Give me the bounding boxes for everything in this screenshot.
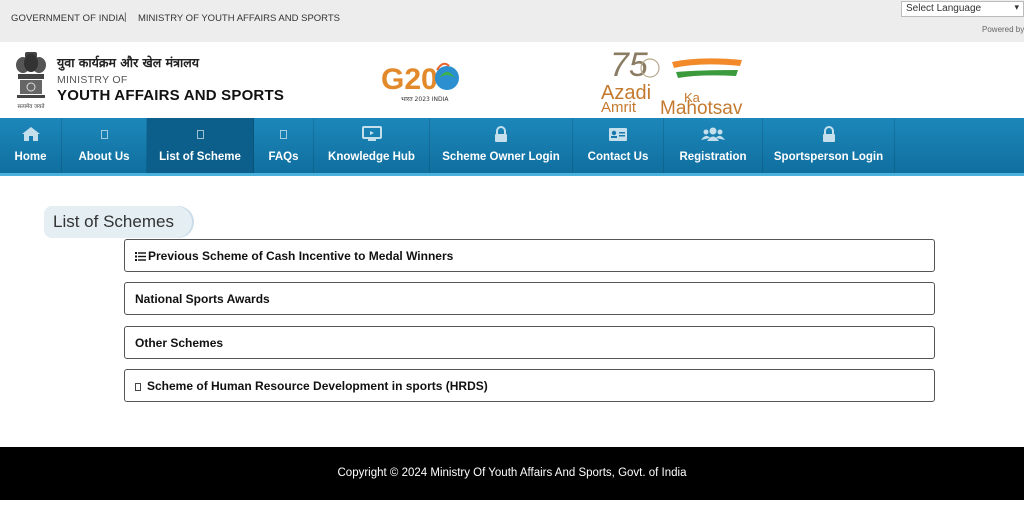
scheme-item-other-schemes[interactable]: Other Schemes	[124, 326, 935, 359]
mahotsav-text: Mahotsav	[660, 98, 743, 116]
ministry-of-label: MINISTRY OF	[57, 74, 128, 86]
scheme-item-national-sports-awards[interactable]: National Sports Awards	[124, 282, 935, 315]
nav-label: Home	[14, 151, 47, 163]
main-navigation: Home About Us List of Scheme FAQs Knowle…	[0, 118, 1024, 176]
id-card-icon	[573, 125, 663, 143]
square-icon	[254, 125, 313, 143]
azadi-75-text: 75	[610, 46, 648, 84]
users-icon	[664, 125, 762, 143]
nav-item-scheme-owner-login[interactable]: Scheme Owner Login	[430, 118, 573, 173]
nav-label: About Us	[78, 151, 130, 163]
nav-item-list-of-scheme[interactable]: List of Scheme	[147, 118, 254, 173]
nav-item-contact-us[interactable]: Contact Us	[573, 118, 664, 173]
list-icon	[135, 252, 146, 261]
language-select[interactable]: Select Language ▾	[901, 1, 1024, 17]
nav-item-about-us[interactable]: About Us	[62, 118, 147, 173]
nav-item-knowledge-hub[interactable]: Knowledge Hub	[314, 118, 430, 173]
scheme-item-hrds[interactable]: Scheme of Human Resource Development in …	[124, 369, 935, 402]
copyright-text: Copyright © 2024 Ministry Of Youth Affai…	[337, 467, 687, 479]
nav-label: Contact Us	[587, 151, 649, 163]
powered-by-label: Powered by	[982, 25, 1024, 34]
gov-of-india-label: GOVERNMENT OF INDIA	[11, 13, 125, 24]
ministry-wordmark[interactable]: युवा कार्यक्रम और खेल मंत्रालय MINISTRY …	[57, 54, 284, 104]
scheme-item-cash-incentive[interactable]: Previous Scheme of Cash Incentive to Med…	[124, 239, 935, 272]
top-utility-bar: GOVERNMENT OF INDIA | MINISTRY OF YOUTH …	[0, 0, 1024, 42]
azadi-ka-amrit-mahotsav-logo: 75 Azadi Ka Amrit Mahotsav	[601, 46, 743, 116]
topbar-separator: |	[124, 12, 127, 23]
nav-label: List of Scheme	[159, 151, 241, 163]
square-icon	[147, 125, 253, 143]
chevron-down-icon: ▾	[1014, 2, 1019, 12]
home-icon	[0, 125, 61, 143]
page-title: List of Schemes	[44, 206, 194, 238]
scheme-label: Scheme of Human Resource Development in …	[147, 379, 488, 393]
emblem-caption: सत्यमेव जयते	[17, 103, 45, 110]
site-footer: Copyright © 2024 Ministry Of Youth Affai…	[0, 447, 1024, 500]
nav-label: Scheme Owner Login	[442, 151, 560, 163]
monitor-icon	[314, 125, 429, 143]
lock-icon	[430, 125, 572, 143]
nav-item-home[interactable]: Home	[0, 118, 62, 173]
language-select-value: Select Language	[906, 3, 982, 14]
hindi-ministry-name: युवा कार्यक्रम और खेल मंत्रालय	[57, 55, 199, 70]
amrit-text: Amrit	[601, 99, 637, 116]
nav-label: FAQs	[268, 151, 299, 163]
nav-label: Registration	[679, 151, 747, 163]
square-icon	[62, 125, 146, 143]
square-icon	[135, 383, 141, 391]
nav-item-faqs[interactable]: FAQs	[254, 118, 314, 173]
g20-logo: G20 भारत 2023 INDIA	[381, 62, 459, 103]
nav-item-registration[interactable]: Registration	[664, 118, 763, 173]
nav-item-sportsperson-login[interactable]: Sportsperson Login	[763, 118, 895, 173]
lock-icon	[763, 125, 894, 143]
ministry-label: MINISTRY OF YOUTH AFFAIRS AND SPORTS	[138, 13, 341, 24]
scheme-label: Other Schemes	[135, 336, 224, 350]
g20-text: G20	[381, 63, 438, 96]
scheme-label: National Sports Awards	[135, 292, 270, 306]
national-emblem-logo: सत्यमेव जयते	[16, 52, 46, 110]
nav-label: Sportsperson Login	[773, 151, 884, 163]
scheme-label: Previous Scheme of Cash Incentive to Med…	[148, 249, 454, 263]
site-header: सत्यमेव जयते युवा कार्यक्रम और खेल मंत्र…	[0, 42, 1024, 118]
ministry-name: YOUTH AFFAIRS AND SPORTS	[57, 87, 285, 104]
g20-caption: भारत 2023 INDIA	[401, 96, 449, 103]
nav-label: Knowledge Hub	[328, 151, 415, 163]
